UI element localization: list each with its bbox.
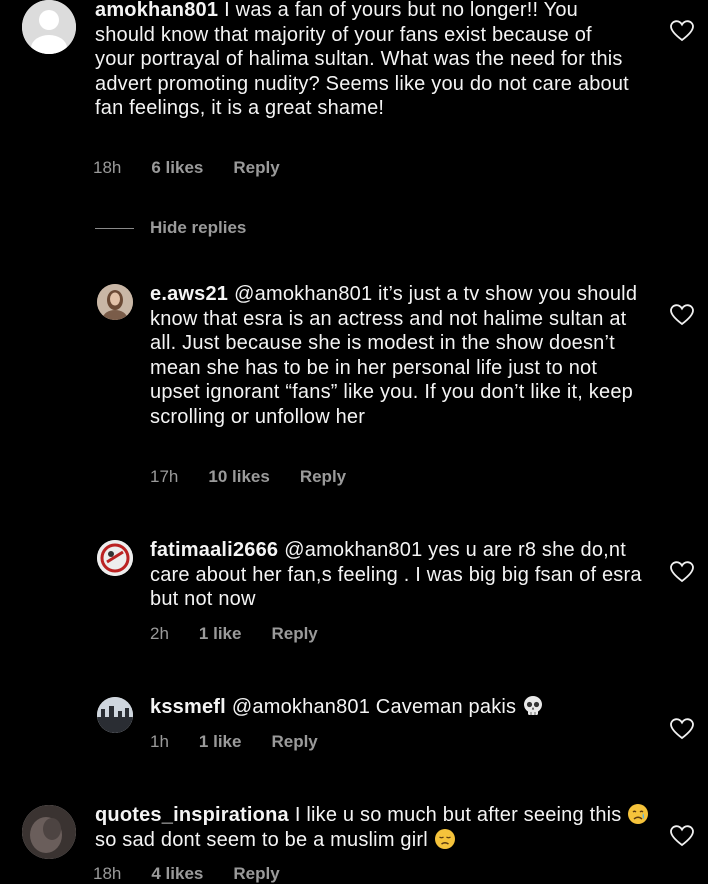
comment-text: quotes_inspirationa I like u so much but … xyxy=(95,803,655,852)
comment-likes[interactable]: 1 like xyxy=(199,624,242,644)
heart-icon[interactable] xyxy=(670,718,694,740)
disappointed-face-emoji-icon xyxy=(434,828,455,849)
crying-face-emoji-icon xyxy=(628,804,649,824)
comment-body-part-2: so sad dont seem to be a muslim girl xyxy=(95,828,428,851)
comment-username[interactable]: kssmefl xyxy=(150,696,226,718)
comment-time: 18h xyxy=(93,158,122,177)
comment-text: amokhan801 I was a fan of yours but no lo… xyxy=(95,0,635,121)
default-avatar-icon xyxy=(22,0,76,54)
profile-photo-icon xyxy=(97,284,133,320)
comment-likes[interactable]: 10 likes xyxy=(208,467,269,487)
comment-text: e.aws21 @amokhan801 it’s just a tv show y… xyxy=(150,282,640,430)
avatar[interactable] xyxy=(97,284,133,320)
comment-meta: 1h 1 like Reply xyxy=(150,732,318,752)
comment-username[interactable]: quotes_inspirationa xyxy=(95,804,289,826)
comment-text: kssmefl @amokhan801 Caveman pakis xyxy=(150,695,650,720)
comment-time: 18h xyxy=(93,864,122,883)
profile-photo-icon xyxy=(97,697,133,733)
avatar[interactable] xyxy=(22,0,76,54)
comment-meta: 18h 6 likes Reply xyxy=(93,158,280,178)
comment-username[interactable]: amokhan801 xyxy=(95,0,218,21)
comment-text: fatimaali2666 @amokhan801 yes u are r8 sh… xyxy=(150,538,650,612)
skull-emoji-icon xyxy=(524,696,543,715)
comment-body: @amokhan801 Caveman pakis xyxy=(231,696,517,718)
hide-replies-label[interactable]: Hide replies xyxy=(150,218,246,238)
reply-button[interactable]: Reply xyxy=(271,624,317,644)
hide-replies-line xyxy=(95,227,134,229)
comment-time: 2h xyxy=(150,624,169,643)
reply-button[interactable]: Reply xyxy=(233,864,279,884)
comment-meta: 2h 1 like Reply xyxy=(150,624,318,644)
comment-time: 17h xyxy=(150,467,179,486)
heart-icon[interactable] xyxy=(670,20,694,42)
comment-username[interactable]: fatimaali2666 xyxy=(150,539,278,561)
avatar[interactable] xyxy=(97,540,133,576)
comment-time: 1h xyxy=(150,732,169,751)
comment-likes[interactable]: 6 likes xyxy=(151,158,203,178)
hide-replies-toggle[interactable]: Hide replies xyxy=(95,218,246,238)
comment-body-part-1: I like u so much but after seeing this xyxy=(294,804,622,826)
profile-photo-icon xyxy=(22,805,76,859)
reply-button[interactable]: Reply xyxy=(300,467,346,487)
comment-username[interactable]: e.aws21 xyxy=(150,283,228,305)
comment-meta: 17h 10 likes Reply xyxy=(150,467,346,487)
heart-icon[interactable] xyxy=(670,304,694,326)
comment-likes[interactable]: 1 like xyxy=(199,732,242,752)
heart-icon[interactable] xyxy=(670,561,694,583)
reply-button[interactable]: Reply xyxy=(271,732,317,752)
profile-photo-icon xyxy=(97,540,133,576)
avatar[interactable] xyxy=(22,805,76,859)
avatar[interactable] xyxy=(97,697,133,733)
comment-meta: 18h 4 likes Reply xyxy=(93,864,280,884)
comment-likes[interactable]: 4 likes xyxy=(151,864,203,884)
reply-button[interactable]: Reply xyxy=(233,158,279,178)
heart-icon[interactable] xyxy=(670,825,694,847)
